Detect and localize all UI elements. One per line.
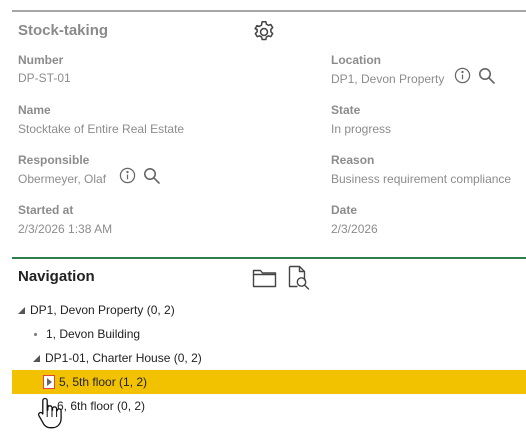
responsible-value: Obermeyer, Olaf <box>18 172 107 186</box>
responsible-label: Responsible <box>18 153 90 167</box>
tree-node-label: 5, 5th floor (1, 2) <box>59 375 148 389</box>
tree-expander-collapsed-icon[interactable] <box>43 375 55 389</box>
started-at-label: Started at <box>18 203 74 217</box>
date-label: Date <box>331 203 358 217</box>
name-label: Name <box>18 103 51 117</box>
reason-label: Reason <box>331 153 375 167</box>
tree-node-5th-floor[interactable]: 5, 5th floor (1, 2) <box>12 370 526 394</box>
state-label: State <box>331 103 361 117</box>
navigation-title: Navigation <box>18 268 95 285</box>
search-icon[interactable] <box>143 167 161 190</box>
state-value: In progress <box>331 122 392 136</box>
location-label: Location <box>331 53 381 67</box>
search-icon[interactable] <box>478 67 496 90</box>
stock-taking-title: Stock-taking <box>18 22 109 39</box>
tree-node-charter-house[interactable]: DP1-01, Charter House (0, 2) <box>12 346 526 370</box>
tree-expander-expanded-icon[interactable] <box>18 306 25 314</box>
date-value: 2/3/2026 <box>331 222 378 236</box>
hand-cursor-icon <box>36 396 64 435</box>
info-icon[interactable] <box>119 167 136 189</box>
tree-node-label: DP1, Devon Property (0, 2) <box>30 303 175 317</box>
section-divider <box>12 257 526 259</box>
name-value: Stocktake of Entire Real Estate <box>18 122 185 136</box>
gear-icon[interactable] <box>251 19 277 50</box>
folder-icon[interactable] <box>252 267 277 294</box>
tree-node-label: 6, 6th floor (0, 2) <box>57 399 146 413</box>
info-icon[interactable] <box>454 67 471 89</box>
reason-value: Business requirement compliance <box>331 172 512 186</box>
number-label: Number <box>18 53 64 67</box>
started-at-value: 2/3/2026 1:38 AM <box>18 222 113 236</box>
tree-leaf-bullet-icon <box>34 332 37 336</box>
tree-node-label: 1, Devon Building <box>46 327 141 341</box>
tree-node-6th-floor[interactable]: 6, 6th floor (0, 2) <box>12 394 526 418</box>
location-value: DP1, Devon Property <box>331 72 445 86</box>
tree-expander-expanded-icon[interactable] <box>33 354 40 362</box>
tree-node-label: DP1-01, Charter House (0, 2) <box>45 351 202 365</box>
document-search-icon[interactable] <box>287 265 311 296</box>
top-divider <box>12 10 526 12</box>
number-value: DP-ST-01 <box>18 71 71 85</box>
tree-node-devon-property[interactable]: DP1, Devon Property (0, 2) <box>12 298 526 322</box>
tree-node-devon-building[interactable]: 1, Devon Building <box>12 322 526 346</box>
